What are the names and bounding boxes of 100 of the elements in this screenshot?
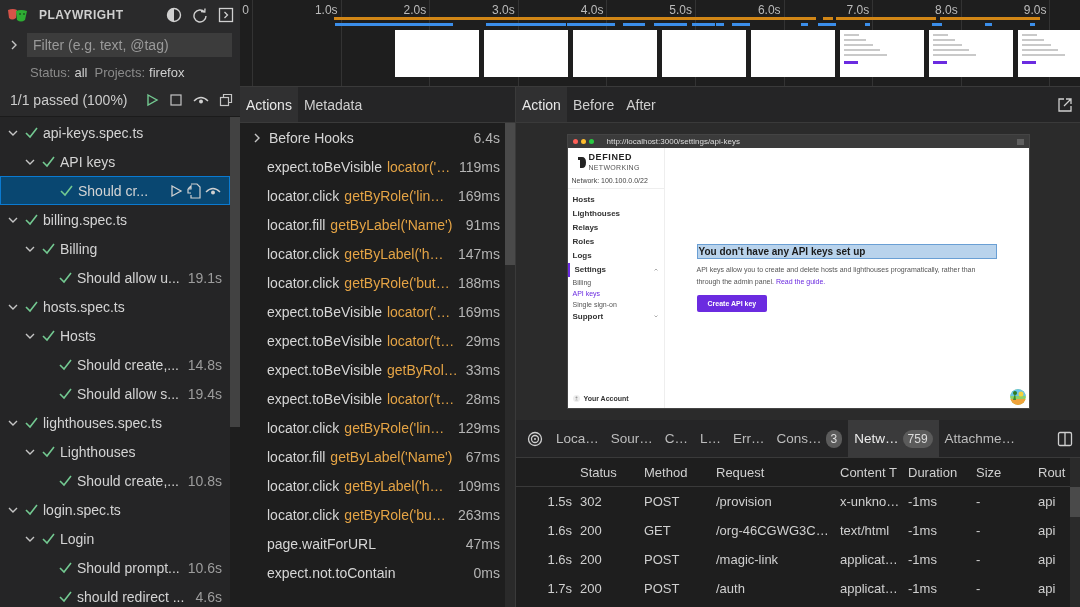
- action-title: locator.click: [267, 419, 340, 436]
- column-header[interactable]: Rout: [1034, 464, 1070, 480]
- status-value[interactable]: all: [74, 64, 88, 80]
- action-title: expect.toBeVisible: [267, 303, 382, 320]
- action-duration: 147ms: [457, 245, 500, 262]
- tree-item[interactable]: billing.spec.ts: [0, 205, 230, 234]
- table-cell-text: 1.6s: [546, 523, 573, 538]
- tab[interactable]: Cons… 3: [770, 420, 849, 457]
- tree-item[interactable]: API keys: [0, 147, 230, 176]
- tree-item[interactable]: login.spec.ts: [0, 495, 230, 524]
- tree-item[interactable]: Login: [0, 524, 230, 553]
- action-title: page.waitForURL: [267, 535, 376, 552]
- column-header[interactable]: Duration: [904, 464, 972, 480]
- action-item[interactable]: locator.click getByRole('lin… 169ms: [240, 181, 505, 210]
- tree-item[interactable]: Should allow u... 19.1s: [0, 263, 230, 292]
- tree-item[interactable]: Should allow s... 19.4s: [0, 379, 230, 408]
- nav-item[interactable]: Support: [567, 309, 664, 324]
- filter-field[interactable]: Filter (e.g. text, @tag): [27, 33, 232, 57]
- action-selector: getByRole('lin…: [344, 419, 445, 436]
- nav-item[interactable]: Roles: [567, 234, 664, 249]
- action-item[interactable]: page.waitForURL 47ms: [240, 529, 505, 558]
- tree-item[interactable]: Lighthouses: [0, 437, 230, 466]
- tick-label: 7.0s: [846, 3, 871, 17]
- column-header[interactable]: Method: [640, 464, 712, 480]
- nav-item[interactable]: Relays: [567, 220, 664, 235]
- action-item[interactable]: locator.click getByRole('but… 188ms: [240, 268, 505, 297]
- tree-item[interactable]: Should prompt... 10.6s: [0, 553, 230, 582]
- table-cell-text: POST: [643, 494, 681, 509]
- tree-item[interactable]: hosts.spec.ts: [0, 292, 230, 321]
- action-item[interactable]: expect.not.toContain 0ms: [240, 558, 505, 587]
- table-cell-text: -: [975, 494, 982, 509]
- table-cell-text: -1ms: [907, 494, 938, 509]
- tree-item[interactable]: lighthouses.spec.ts: [0, 408, 230, 437]
- tree-item[interactable]: Should create,... 14.8s: [0, 350, 230, 379]
- action-item[interactable]: locator.fill getByLabel('Name') 67ms: [240, 442, 505, 471]
- count-badge: 759: [902, 429, 933, 448]
- tab[interactable]: Sour…: [604, 420, 659, 457]
- tab[interactable]: Loca…: [550, 420, 605, 457]
- tab[interactable]: Metadata: [297, 87, 369, 122]
- nav-item[interactable]: Settings: [567, 262, 664, 277]
- tab[interactable]: Before: [566, 87, 621, 122]
- action-item[interactable]: expect.toBeVisible locator('t… 28ms: [240, 384, 505, 413]
- action-item[interactable]: locator.click getByRole('bu… 263ms: [240, 500, 505, 529]
- test-duration: 4.6s: [195, 588, 222, 605]
- table-cell-text: 302: [579, 494, 603, 509]
- column-header[interactable]: Size: [972, 464, 1034, 480]
- action-item[interactable]: expect.toBeVisible locator('t… 29ms: [240, 326, 505, 355]
- tab[interactable]: Action: [516, 87, 567, 122]
- action-duration: 119ms: [459, 158, 500, 175]
- tab[interactable]: Err…: [727, 420, 771, 457]
- action-title: expect.toBeVisible: [267, 390, 382, 407]
- tree-item-label: Should prompt...: [77, 559, 181, 576]
- projects-value[interactable]: firefox: [149, 64, 185, 80]
- tree-item-label: Login: [60, 530, 96, 547]
- test-duration: 19.4s: [187, 385, 222, 402]
- nav-item[interactable]: Hosts: [567, 192, 664, 207]
- tree-item[interactable]: Hosts: [0, 321, 230, 350]
- action-selector: locator('…: [386, 158, 451, 175]
- tree-item[interactable]: Should create,... 10.8s: [0, 466, 230, 495]
- action-item[interactable]: Before Hooks 6.4s: [240, 123, 505, 152]
- action-item[interactable]: locator.click getByLabel('h… 147ms: [240, 239, 505, 268]
- action-item[interactable]: expect.toBeVisible getByRol… 33ms: [240, 355, 505, 384]
- tree-item-label: Lighthouses: [60, 443, 137, 460]
- action-duration: 67ms: [465, 448, 500, 465]
- table-cell-text: 200: [579, 581, 603, 596]
- app-title: PLAYWRIGHT: [39, 8, 125, 22]
- tab[interactable]: Netw… 759: [848, 420, 939, 457]
- test-duration: 10.6s: [187, 559, 222, 576]
- action-item[interactable]: expect.toBeVisible locator('… 119ms: [240, 152, 505, 181]
- tree-item[interactable]: api-keys.spec.ts: [0, 118, 230, 147]
- tree-item[interactable]: should redirect ... 4.6s: [0, 582, 230, 607]
- tab[interactable]: C…: [658, 420, 695, 457]
- test-duration: 19.1s: [187, 269, 222, 286]
- action-item[interactable]: locator.click getByRole('lin… 129ms: [240, 413, 505, 442]
- tab[interactable]: After: [620, 87, 662, 122]
- nav-item[interactable]: Logs: [567, 248, 664, 263]
- tick-label: 1.0s: [314, 3, 339, 17]
- action-title: expect.toBeVisible: [267, 158, 382, 175]
- action-item[interactable]: locator.fill getByLabel('Name') 91ms: [240, 210, 505, 239]
- table-cell-text: -1ms: [907, 581, 938, 596]
- action-duration: 109ms: [457, 477, 500, 494]
- column-header[interactable]: Content T: [836, 464, 904, 480]
- action-item[interactable]: locator.click getByLabel('h… 109ms: [240, 471, 505, 500]
- tree-item-label: lighthouses.spec.ts: [43, 414, 164, 431]
- action-title: expect.toBeVisible: [267, 332, 382, 349]
- tree-item[interactable]: Billing: [0, 234, 230, 263]
- action-selector: getByLabel('h…: [344, 245, 444, 262]
- action-item[interactable]: expect.toBeVisible locator('… 169ms: [240, 297, 505, 326]
- action-title: locator.click: [267, 187, 340, 204]
- empty-state-heading: You don't have any API keys set up: [696, 244, 997, 260]
- tab[interactable]: Attachme…: [938, 420, 1022, 457]
- table-cell-text: api: [1037, 581, 1057, 596]
- tree-item[interactable]: Should cr...: [0, 176, 230, 205]
- tab[interactable]: Actions: [240, 87, 298, 122]
- nav-item[interactable]: Lighthouses: [567, 206, 664, 221]
- tab[interactable]: L…: [694, 420, 728, 457]
- action-title: locator.click: [267, 274, 340, 291]
- column-header[interactable]: Status: [576, 464, 640, 480]
- column-header[interactable]: Request: [712, 464, 836, 480]
- tick-label: 3.0s: [492, 3, 516, 17]
